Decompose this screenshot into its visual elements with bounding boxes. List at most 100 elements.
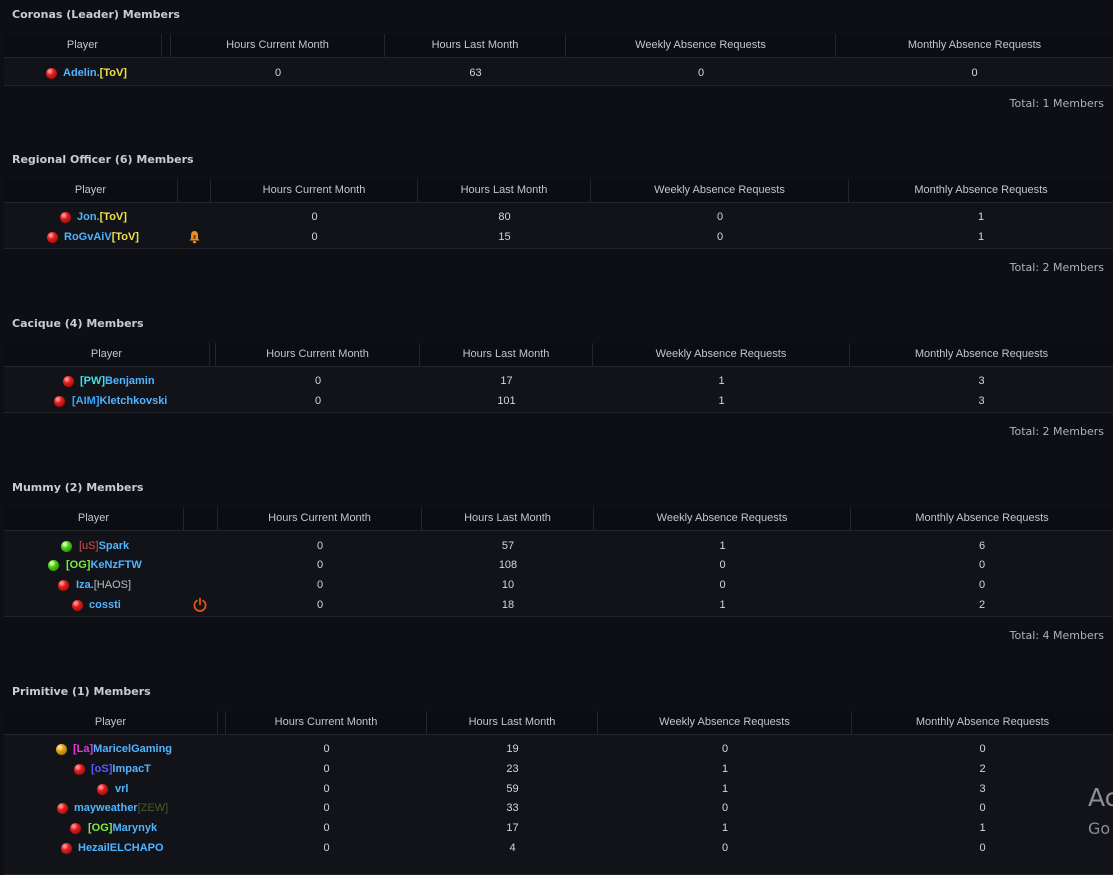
hours-last-cell: 4 [509,842,516,854]
column-header-player[interactable]: Player [4,179,178,202]
table-header: Player Hours Current Month Hours Last Mo… [4,34,1113,58]
hours-last-cell: 17 [506,822,519,834]
members-total: Total: 1 Members [1009,97,1104,110]
table-body: [PW]Benjamin 0 17 1 3 [AIM]Kletchkovski … [4,370,1113,413]
column-header-weekly[interactable]: Weekly Absence Requests [566,34,836,57]
column-header-monthly[interactable]: Monthly Absence Requests [849,179,1113,202]
weekly-cell: 0 [721,743,729,755]
column-header-player[interactable]: Player [4,343,210,366]
section-title: Mummy (2) Members [12,481,144,494]
column-header-player[interactable]: Player [4,711,218,734]
section-title: Primitive (1) Members [12,685,151,698]
hours-last-cell: 80 [498,211,511,223]
player-name[interactable]: [La]MaricelGaming [73,739,172,759]
player-name[interactable]: [OG]Marynyk [88,818,157,838]
status-offline-icon [57,803,68,814]
column-header-monthly[interactable]: Monthly Absence Requests [852,711,1113,734]
column-header-hours-last[interactable]: Hours Last Month [420,343,593,366]
power-icon[interactable] [192,597,208,613]
weekly-cell: 1 [721,763,729,775]
column-header-monthly[interactable]: Monthly Absence Requests [851,507,1113,530]
hours-current-cell: 0 [316,579,324,591]
status-away-icon [56,744,67,755]
table-row: [AIM]Kletchkovski 0 101 1 3 [4,391,1113,411]
column-header-weekly[interactable]: Weekly Absence Requests [594,507,851,530]
column-header-hours-last[interactable]: Hours Last Month [418,179,591,202]
player-name[interactable]: vrl [115,779,128,799]
hours-last-cell: 33 [506,802,519,814]
player-name[interactable]: Iza.[HAOS] [76,575,131,595]
column-header-hours-current[interactable]: Hours Current Month [171,34,385,57]
status-offline-icon [60,212,71,223]
monthly-cell: 1 [977,231,985,243]
player-name[interactable]: [oS]ImpacT [91,759,151,779]
column-header-weekly[interactable]: Weekly Absence Requests [598,711,852,734]
hours-last-cell: 101 [497,395,516,407]
player-name[interactable]: Adelin.[ToV] [63,63,127,83]
status-offline-icon [47,232,58,243]
weekly-cell: 0 [719,579,726,591]
table-row: [PW]Benjamin 0 17 1 3 [4,371,1113,391]
table-header: Player Hours Current Month Hours Last Mo… [4,711,1113,735]
player-name[interactable]: [uS]Spark [79,536,129,556]
hours-last-cell: 17 [500,375,513,387]
table-row: mayweather[ZEW] 0 33 0 0 [4,798,1113,818]
column-header-player[interactable]: Player [4,507,184,530]
table-row: [OG]KeNzFTW 0 108 0 0 [4,555,1113,575]
hours-current-cell: 0 [314,375,322,387]
player-name[interactable]: [OG]KeNzFTW [66,555,142,575]
column-header-hours-last[interactable]: Hours Last Month [427,711,598,734]
monthly-cell: 3 [978,375,985,387]
column-header-weekly[interactable]: Weekly Absence Requests [591,179,849,202]
status-offline-icon [61,843,72,854]
hours-current-cell: 0 [323,802,330,814]
column-header-player[interactable]: Player [4,34,162,57]
status-offline-icon [72,600,83,611]
bell-icon[interactable]: z [188,230,201,244]
column-header-weekly[interactable]: Weekly Absence Requests [593,343,850,366]
column-header-monthly[interactable]: Monthly Absence Requests [850,343,1113,366]
player-name[interactable]: mayweather[ZEW] [74,798,168,818]
monthly-cell: 0 [979,842,986,854]
player-name[interactable]: [PW]Benjamin [80,371,155,391]
weekly-cell: 0 [721,842,729,854]
monthly-cell: 3 [979,783,986,795]
column-header-hours-current[interactable]: Hours Current Month [216,343,420,366]
column-header-monthly[interactable]: Monthly Absence Requests [836,34,1113,57]
column-header-hours-current[interactable]: Hours Current Month [218,507,422,530]
hours-last-cell: 59 [506,783,519,795]
monthly-cell: 1 [979,822,986,834]
table-body: [La]MaricelGaming 0 19 0 0 [oS]ImpacT 0 … [4,738,1113,875]
column-header-hours-current[interactable]: Hours Current Month [211,179,418,202]
table-row: [OG]Marynyk 0 17 1 1 [4,818,1113,838]
weekly-cell: 0 [721,802,729,814]
hours-last-cell: 19 [506,743,519,755]
hours-last-cell: 18 [501,599,515,611]
column-header-hours-last[interactable]: Hours Last Month [385,34,566,57]
members-table: Player Hours Current Month Hours Last Mo… [4,179,1113,249]
column-header-hours-last[interactable]: Hours Last Month [422,507,594,530]
status-offline-icon [97,784,108,795]
monthly-cell: 2 [979,763,986,775]
weekly-cell: 0 [719,559,726,571]
column-header-spacer [178,179,211,202]
column-header-hours-current[interactable]: Hours Current Month [226,711,427,734]
activation-watermark-subtitle: Go [1088,819,1111,838]
hours-current-cell: 0 [316,599,324,611]
player-name[interactable]: [AIM]Kletchkovski [72,391,167,411]
table-row: Adelin.[ToV] 0 63 0 0 [4,63,1113,83]
monthly-cell: 0 [979,743,986,755]
player-name[interactable]: Jon.[ToV] [77,207,127,227]
hours-current-cell: 0 [311,211,318,223]
player-name[interactable]: RoGvAiV[ToV] [64,227,139,247]
section-title: Coronas (Leader) Members [12,8,180,21]
weekly-cell: 0 [697,67,705,79]
monthly-cell: 6 [978,540,986,552]
player-name[interactable]: cossti [89,595,121,615]
hours-current-cell: 0 [323,743,330,755]
status-offline-icon [54,396,65,407]
hours-last-cell: 57 [501,540,515,552]
hours-last-cell: 108 [498,559,518,571]
player-name[interactable]: HezailELCHAPO [78,838,164,858]
weekly-cell: 1 [718,395,725,407]
